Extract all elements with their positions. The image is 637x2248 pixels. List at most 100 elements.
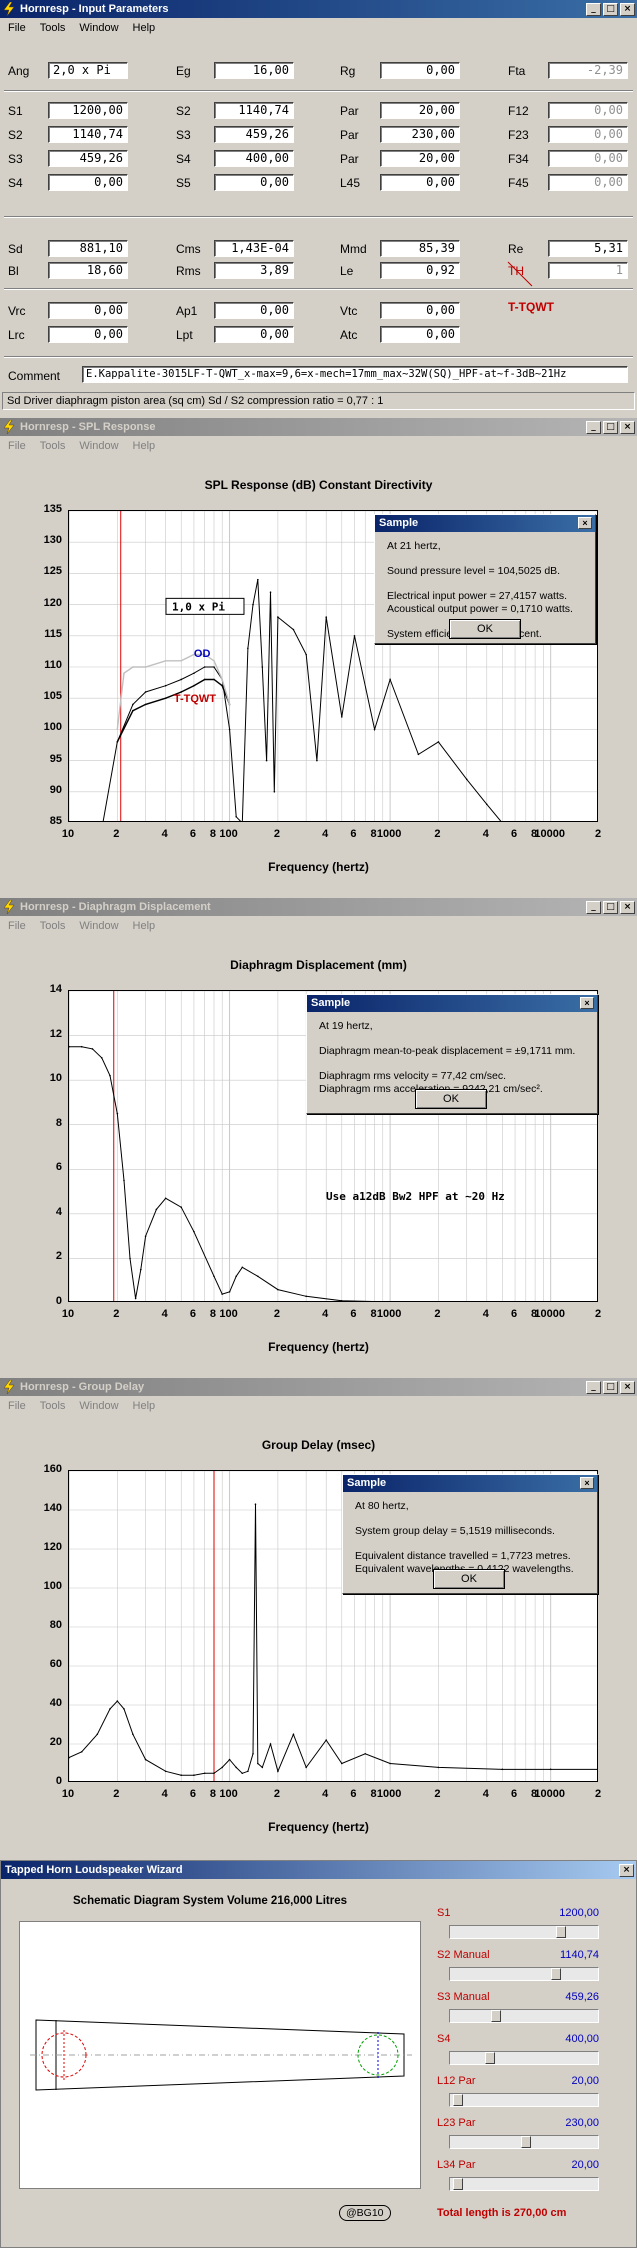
- title-bar[interactable]: Tapped Horn Loudspeaker Wizard ×: [1, 1861, 636, 1879]
- th-field[interactable]: 1: [548, 262, 628, 279]
- schematic-title: Schematic Diagram System Volume 216,000 …: [73, 1895, 348, 1907]
- param-field[interactable]: 0,00: [48, 326, 128, 343]
- param-field[interactable]: 400,00: [214, 150, 294, 167]
- param-field[interactable]: 18,60: [48, 262, 128, 279]
- menu-file[interactable]: File: [8, 1400, 26, 1412]
- maximize-icon[interactable]: □: [603, 2, 618, 16]
- close-icon[interactable]: ×: [620, 420, 635, 434]
- data-point: [228, 1758, 231, 1761]
- dialog-close-icon[interactable]: ×: [578, 517, 592, 529]
- parameter-slider[interactable]: [449, 2051, 599, 2065]
- param-field[interactable]: 0,00: [548, 174, 628, 191]
- param-field[interactable]: 459,26: [214, 126, 294, 143]
- title-bar[interactable]: Hornresp - Input Parameters _ □ ×: [0, 0, 637, 18]
- minimize-icon[interactable]: _: [586, 1380, 601, 1394]
- param-field[interactable]: 3,89: [214, 262, 294, 279]
- param-field[interactable]: 0,00: [380, 174, 460, 191]
- minimize-icon[interactable]: _: [586, 420, 601, 434]
- slider-thumb[interactable]: [452, 2178, 463, 2190]
- menu-tools[interactable]: Tools: [40, 920, 66, 932]
- menu-help[interactable]: Help: [133, 440, 156, 452]
- slider-thumb[interactable]: [520, 2136, 531, 2148]
- dialog-close-icon[interactable]: ×: [580, 997, 594, 1009]
- close-icon[interactable]: ×: [620, 900, 635, 914]
- param-field[interactable]: 0,00: [548, 126, 628, 143]
- param-field[interactable]: 85,39: [380, 240, 460, 257]
- close-icon[interactable]: ×: [620, 2, 635, 16]
- parameter-slider[interactable]: [449, 2135, 599, 2149]
- data-point: [144, 703, 147, 706]
- slider-thumb[interactable]: [452, 2094, 463, 2106]
- param-field[interactable]: 20,00: [380, 102, 460, 119]
- total-length: Total length is 270,00 cm: [437, 2207, 567, 2219]
- param-field[interactable]: 5,31: [548, 240, 628, 257]
- ok-button[interactable]: OK: [433, 1569, 505, 1589]
- param-field[interactable]: 0,00: [380, 302, 460, 319]
- menu-file[interactable]: File: [8, 440, 26, 452]
- minimize-icon[interactable]: _: [586, 2, 601, 16]
- param-field[interactable]: 1200,00: [48, 102, 128, 119]
- ok-button[interactable]: OK: [415, 1089, 487, 1109]
- param-field[interactable]: -2,39: [548, 62, 628, 79]
- data-point: [340, 716, 343, 718]
- param-field[interactable]: 230,00: [380, 126, 460, 143]
- y-tick-label: 90: [49, 783, 62, 796]
- slider-thumb[interactable]: [485, 2052, 496, 2064]
- dialog-close-icon[interactable]: ×: [580, 1477, 594, 1489]
- menu-window[interactable]: Window: [79, 22, 118, 34]
- title-bar[interactable]: Hornresp - Group Delay _ □ ×: [0, 1378, 637, 1396]
- slider-thumb[interactable]: [490, 2010, 501, 2022]
- param-field[interactable]: 1140,74: [214, 102, 294, 119]
- param-field[interactable]: 0,00: [380, 62, 460, 79]
- param-field[interactable]: 2,0 x Pi: [48, 62, 128, 79]
- param-field[interactable]: 1140,74: [48, 126, 128, 143]
- dialog-line: Equivalent distance travelled = 1,7723 m…: [355, 1550, 571, 1562]
- param-field[interactable]: 881,10: [48, 240, 128, 257]
- close-icon[interactable]: ×: [619, 1863, 634, 1877]
- menu-help[interactable]: Help: [133, 1400, 156, 1412]
- title-bar[interactable]: Hornresp - Diaphragm Displacement _ □ ×: [0, 898, 637, 916]
- param-field[interactable]: 0,92: [380, 262, 460, 279]
- param-field[interactable]: 0,00: [48, 302, 128, 319]
- param-field[interactable]: 0,00: [548, 102, 628, 119]
- slider-thumb[interactable]: [550, 1968, 561, 1980]
- slider-thumb[interactable]: [556, 1926, 567, 1938]
- minimize-icon[interactable]: _: [586, 900, 601, 914]
- param-label: Vrc: [8, 304, 26, 318]
- comment-field[interactable]: E.Kappalite-3015LF-T-QWT_x-max=9,6=x-mec…: [82, 366, 628, 383]
- maximize-icon[interactable]: □: [603, 900, 618, 914]
- param-field[interactable]: 0,00: [548, 150, 628, 167]
- param-field[interactable]: 0,00: [214, 326, 294, 343]
- menu-tools[interactable]: Tools: [40, 1400, 66, 1412]
- menu-file[interactable]: File: [8, 920, 26, 932]
- param-field[interactable]: 1,43E-04: [214, 240, 294, 257]
- param-field[interactable]: 0,00: [214, 302, 294, 319]
- parameter-slider[interactable]: [449, 2177, 599, 2191]
- ok-button[interactable]: OK: [449, 619, 521, 639]
- menu-tools[interactable]: Tools: [40, 440, 66, 452]
- data-series-line: [116, 678, 231, 743]
- param-field[interactable]: 0,00: [48, 174, 128, 191]
- close-icon[interactable]: ×: [620, 1380, 635, 1394]
- parameter-slider[interactable]: [449, 1925, 599, 1939]
- menu-window[interactable]: Window: [79, 920, 118, 932]
- parameter-slider[interactable]: [449, 2093, 599, 2107]
- menu-window[interactable]: Window: [79, 1400, 118, 1412]
- param-field[interactable]: 0,00: [380, 326, 460, 343]
- slider-value: 1140,74: [560, 1949, 599, 1961]
- parameter-slider[interactable]: [449, 2009, 599, 2023]
- menu-help[interactable]: Help: [133, 920, 156, 932]
- menu-tools[interactable]: Tools: [40, 22, 66, 34]
- menu-help[interactable]: Help: [133, 22, 156, 34]
- title-bar[interactable]: Hornresp - SPL Response _ □ ×: [0, 418, 637, 436]
- menu-window[interactable]: Window: [79, 440, 118, 452]
- param-field[interactable]: 16,00: [214, 62, 294, 79]
- data-point: [180, 678, 183, 681]
- param-field[interactable]: 20,00: [380, 150, 460, 167]
- maximize-icon[interactable]: □: [603, 420, 618, 434]
- parameter-slider[interactable]: [449, 1967, 599, 1981]
- param-field[interactable]: 0,00: [214, 174, 294, 191]
- menu-file[interactable]: File: [8, 22, 26, 34]
- param-field[interactable]: 459,26: [48, 150, 128, 167]
- maximize-icon[interactable]: □: [603, 1380, 618, 1394]
